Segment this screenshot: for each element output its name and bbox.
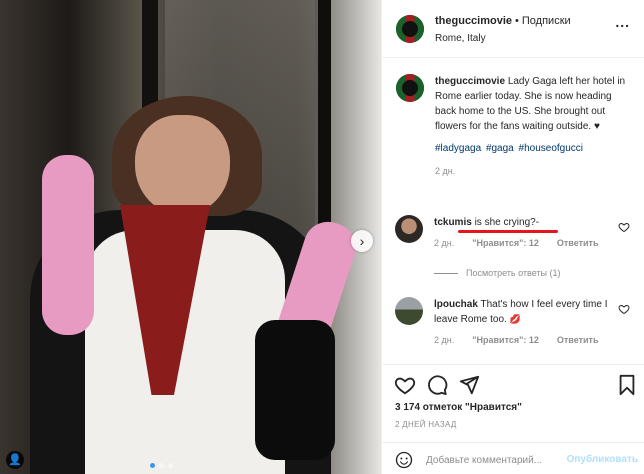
hashtag-link[interactable]: #ladygaga xyxy=(435,143,481,154)
post-date: 2 ДНЕЙ НАЗАД xyxy=(395,420,457,429)
comment-input[interactable] xyxy=(426,451,556,469)
photo-glove xyxy=(42,155,94,335)
post-header: theguccimovie • Подписки Rome, Italy ... xyxy=(382,0,644,58)
author-avatar[interactable] xyxy=(396,74,424,102)
view-replies-button[interactable]: Посмотреть ответы (1) xyxy=(434,268,561,278)
hashtag-link[interactable]: #gaga xyxy=(486,143,514,154)
carousel-dot xyxy=(150,463,155,468)
comment-time: 2 дн. xyxy=(434,335,455,345)
heart-icon[interactable] xyxy=(394,374,416,396)
author-line: theguccimovie • Подписки xyxy=(435,15,571,27)
red-annotation-underline xyxy=(458,230,558,233)
share-icon[interactable] xyxy=(458,374,480,396)
carousel-dot xyxy=(159,463,164,468)
more-options-button[interactable]: ... xyxy=(615,14,630,30)
reply-button[interactable]: Ответить xyxy=(557,335,599,345)
comment-meta: 2 дн. "Нравится": 12 Ответить xyxy=(434,335,630,345)
view-replies-label: Посмотреть ответы (1) xyxy=(466,268,561,278)
photo-face xyxy=(135,115,230,215)
comment-meta: 2 дн. "Нравится": 12 Ответить xyxy=(434,238,630,248)
photo-bag xyxy=(255,320,335,460)
bookmark-icon[interactable] xyxy=(616,374,638,396)
chevron-right-icon: › xyxy=(359,233,365,249)
emoji-icon[interactable] xyxy=(395,451,413,469)
caption-time: 2 дн. xyxy=(435,166,456,176)
post-caption: theguccimovie Lady Gaga left her hotel i… xyxy=(396,74,631,176)
carousel-dots xyxy=(150,463,173,468)
commenter-avatar[interactable] xyxy=(395,297,423,325)
hashtags: #ladygaga #gaga #houseofgucci xyxy=(435,143,631,154)
hashtag-link[interactable]: #houseofgucci xyxy=(519,143,584,154)
author-username[interactable]: theguccimovie xyxy=(435,15,512,27)
next-photo-button[interactable]: › xyxy=(351,230,373,252)
comment-emoji: 💋 xyxy=(509,314,521,324)
separator: • xyxy=(515,15,519,27)
comment-username[interactable]: lpouchak xyxy=(434,299,478,310)
author-avatar[interactable] xyxy=(396,15,424,43)
post-actions xyxy=(381,364,644,404)
comment-icon[interactable] xyxy=(426,374,448,396)
publish-button[interactable]: Опубликовать xyxy=(567,454,638,465)
location-link[interactable]: Rome, Italy xyxy=(435,33,486,44)
heart-icon[interactable] xyxy=(618,303,630,315)
heart-icon[interactable] xyxy=(618,221,630,233)
reply-button[interactable]: Ответить xyxy=(557,238,599,248)
add-comment-bar: Опубликовать xyxy=(381,442,644,474)
caption-text: theguccimovie Lady Gaga left her hotel i… xyxy=(435,74,631,134)
user-tag-icon[interactable]: 👤 xyxy=(6,451,24,469)
caption-username[interactable]: theguccimovie xyxy=(435,76,505,87)
comment-text: tckumis is she crying?- xyxy=(434,215,630,230)
comment-time: 2 дн. xyxy=(434,238,455,248)
carousel-dot xyxy=(168,463,173,468)
comment-body: is she crying?- xyxy=(474,217,540,228)
likes-count[interactable]: 3 174 отметок "Нравится" xyxy=(395,402,522,413)
commenter-avatar[interactable] xyxy=(395,215,423,243)
comment-username[interactable]: tckumis xyxy=(434,217,472,228)
comment-item: lpouchak That's how I feel every time I … xyxy=(395,297,630,345)
comment-likes[interactable]: "Нравится": 12 xyxy=(472,238,539,248)
instagram-post-view: › 👤 theguccimovie • Подписки Rome, Italy .… xyxy=(0,0,644,474)
post-photo[interactable] xyxy=(0,0,381,474)
follow-button[interactable]: Подписки xyxy=(522,15,571,27)
replies-line xyxy=(434,272,458,274)
comment-likes[interactable]: "Нравится": 12 xyxy=(472,335,539,345)
comment-text: lpouchak That's how I feel every time I … xyxy=(434,297,630,327)
